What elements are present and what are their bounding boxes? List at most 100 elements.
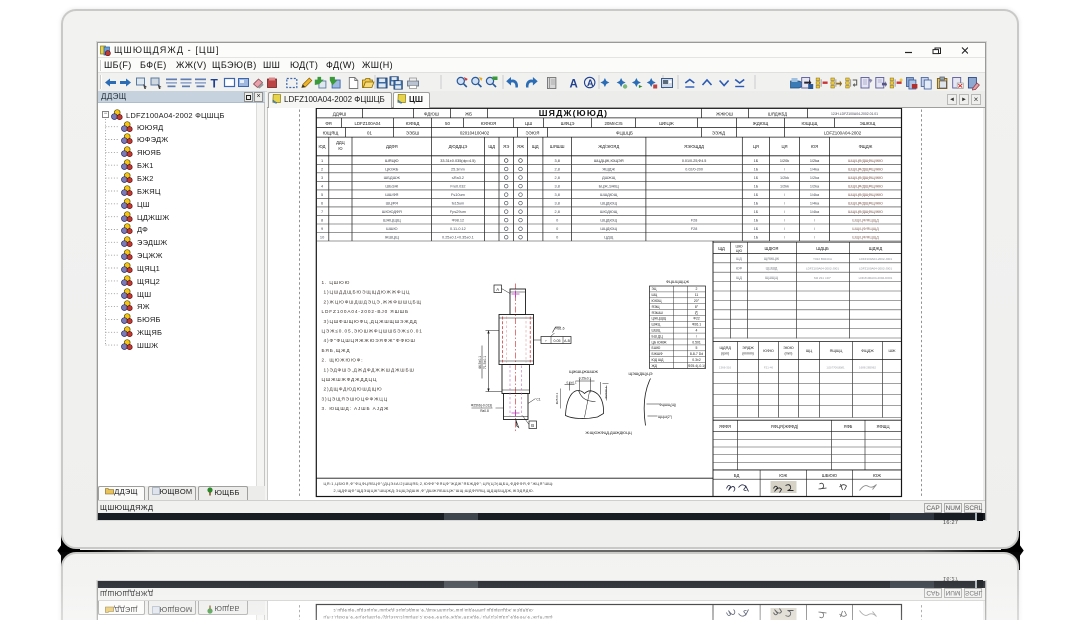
svg-text:LDFZ100A04-2002-BJ0 ЯШШБ: LDFZ100A04-2002-BJ0 ЯШШБ	[322, 309, 409, 314]
svg-text:3,8: 3,8	[555, 185, 560, 189]
svg-text:БЖШФ: БЖШФ	[652, 352, 663, 356]
svg-text:/: /	[784, 219, 786, 223]
svg-text:ЩЦ: ЩЦ	[806, 349, 813, 353]
svg-text:0.2±0.1: 0.2±0.1	[567, 381, 577, 385]
svg-text:ШЩ/ЦФ/ЯЩЩД: ШЩ/ЦФ/ЯЩЩД	[852, 219, 879, 223]
svg-text:7: 7	[321, 209, 323, 214]
svg-text:ЖБ: ЖБ	[465, 111, 472, 116]
svg-text:ФЦШЦБ: ФЦШЦБ	[616, 131, 633, 136]
svg-text:ШБЭЖ: ШБЭЖ	[385, 184, 398, 189]
svg-text:1)ЭДФШЭ,ДЖДФДЖЖШДЖШБШ: 1)ЭДФШЭ,ДЖДФДЖЖШДЖШБШ	[324, 367, 415, 372]
svg-text:F28: F28	[691, 219, 697, 223]
svg-text:ШФЦЭ: ШФЦЭ	[561, 121, 575, 126]
svg-text:ШЮ: ШЮ	[735, 245, 742, 249]
svg-text:M2 Z11 ×20°: M2 Z11 ×20°	[814, 276, 832, 280]
svg-text:/: /	[814, 236, 816, 240]
svg-text:LDFZ100A04-2002-J001: LDFZ100A04-2002-J001	[859, 266, 892, 270]
svg-text:3,8: 3,8	[555, 202, 560, 206]
svg-text:ЖДЮЩ: ЖДЮЩ	[753, 121, 769, 126]
svg-text:1/2ka: 1/2ka	[810, 159, 820, 163]
svg-text:0.11-0.12: 0.11-0.12	[450, 227, 466, 231]
svg-text:3)ЦЭЩЯЭШЮЦФФЖЦЦ: 3)ЦЭЩЯЭШЮЦФФЖЦЦ	[322, 396, 389, 401]
svg-text:ЯШДЖ: ЯШДЖ	[602, 166, 615, 171]
svg-text:ЖЖЮШ: ЖЖЮШ	[716, 111, 733, 116]
svg-text:2. ЩЮЖЮЮФ:: 2. ЩЮЖЮЮФ:	[322, 358, 364, 363]
svg-text:ЦБ ЮMЖ: ЦБ ЮMЖ	[652, 340, 668, 344]
svg-text:ЯФФЯ: ЯФФЯ	[719, 424, 731, 429]
svg-text:/: /	[784, 236, 786, 240]
svg-text:ШЯШШ: ШЯШШ	[550, 144, 565, 149]
svg-text:ЦШЖШЖФДЖДДЦЦ: ЦШЖШЖФДЖДДЦЦ	[322, 377, 378, 382]
svg-text:/: /	[814, 227, 816, 231]
svg-text:ДДФШ: ДДФШ	[333, 111, 347, 116]
svg-text:ЦЮЖБ: ЦЮЖБ	[385, 166, 399, 171]
svg-text:ШД: ШД	[736, 257, 742, 261]
svg-text:ЦДЩ: ЦДЩ	[604, 235, 614, 240]
svg-text:ЩЦШ(2°): ЩЦШ(2°)	[658, 415, 672, 419]
svg-text:БЦЖ,ЭЖЩ: БЦЖ,ЭЖЩ	[599, 184, 619, 189]
svg-text:ЮЮЩ: ЮЮЩ	[652, 299, 663, 303]
svg-text:ШЦ: ШЦ	[652, 293, 658, 297]
svg-text:ЖШЦЩ: ЖШЦЩ	[385, 235, 399, 240]
svg-text:0.25±0.1×0.35±0.1: 0.25±0.1×0.35±0.1	[442, 236, 474, 240]
svg-text:ЮЖ: ЮЖ	[779, 473, 787, 478]
svg-text:f≤15um: f≤15um	[452, 202, 465, 206]
svg-text:20MnCr5: 20MnCr5	[604, 121, 623, 126]
svg-text:F≤10um: F≤10um	[451, 193, 465, 197]
svg-text:ЮФЮЯ: ЮФЮЯ	[481, 121, 496, 126]
svg-text:ШЦДЮЩ: ШЦДЮЩ	[600, 226, 617, 231]
svg-text:ШШЮ: ШШЮ	[386, 226, 397, 231]
svg-text:1/20k: 1/20k	[780, 159, 789, 163]
svg-text:20°: 20°	[694, 299, 700, 303]
svg-text:33.31±0.035(dp=4.5): 33.31±0.035(dp=4.5)	[440, 159, 476, 163]
svg-text:44.5±0.1: 44.5±0.1	[478, 356, 482, 369]
svg-text:1/4ka: 1/4ka	[810, 193, 820, 197]
svg-text:ШДЦБ: ШДЦБ	[816, 246, 829, 251]
svg-text:0: 0	[556, 227, 558, 231]
svg-text:ШЩ/ЦФ/ДЩФЩ/ЖЮ: ШЩ/ЦФ/ДЩФЩ/ЖЮ	[848, 185, 883, 189]
svg-text:9: 9	[321, 226, 323, 231]
svg-text:ШЮЮДФЯ: ШЮЮДФЯ	[382, 209, 402, 214]
svg-text:ЭЭБШ: ЭЭБШ	[406, 131, 419, 136]
svg-text:1/4ka: 1/4ka	[810, 167, 820, 171]
svg-text:12JH.LDFZ100A04-2002.01.01: 12JH.LDFZ100A04-2002.01.01	[831, 112, 878, 116]
svg-text:1Б: 1Б	[754, 159, 759, 163]
svg-text:ШЖЦ: ШЖЦ	[652, 323, 661, 327]
svg-text:ШШФЯ: ШШФЯ	[385, 192, 398, 197]
svg-text:ЮЖ: ЮЖ	[873, 473, 881, 478]
svg-text:ШЩ/ЦФ/ДЩФЩ/ЖЮ: ШЩ/ЦФ/ДЩФЩ/ЖЮ	[848, 202, 883, 206]
svg-text:ФЩДЖ: ФЩДЖ	[859, 144, 873, 149]
svg-text:1: 1	[321, 158, 323, 163]
svg-text:3)ЦШФШЩЮФЦ,ДЦЖШЩШЭЖДД: 3)ЦШФШЩЮФЦ,ДЦЖШЩШЭЖДД	[324, 319, 418, 324]
svg-text:1(0)7706(8)81: 1(0)7706(8)81	[826, 366, 845, 370]
svg-text:ШЦФЯ: ШЦФЯ	[386, 201, 399, 206]
svg-text:ШЦДЦЖ,ЮЩЭЯ: ШЦДЦЖ,ЮЩЭЯ	[594, 158, 624, 163]
svg-text:ФДЮШ: ФДЮШ	[424, 111, 439, 116]
svg-text:1Б: 1Б	[754, 176, 759, 180]
svg-text:ЭЮЮ: ЭЮЮ	[783, 346, 794, 350]
svg-text:F21-46: F21-46	[764, 366, 774, 370]
svg-text:ЖД: ЖД	[652, 364, 658, 368]
svg-text:Φ24±0.1: Φ24±0.1	[604, 386, 608, 398]
svg-text:ШЯДЖ(ЮЮД): ШЯДЖ(ЮЮД)	[539, 108, 609, 118]
svg-text:LDFZ100A04-2002-D001: LDFZ100A04-2002-D001	[859, 276, 893, 280]
svg-text:/: /	[784, 167, 786, 171]
svg-text:БД: БД	[734, 473, 740, 478]
svg-text:1366-316: 1366-316	[719, 366, 732, 370]
svg-text:ЩЭШ(ДЩ)ЦЭ: ЩЭШ(ДЩ)ЦЭ	[629, 372, 653, 376]
svg-text:2,8: 2,8	[555, 210, 560, 214]
svg-text:Φ25h6(-0.013): Φ25h6(-0.013)	[471, 404, 493, 408]
svg-text:ШЦДЮЩ: ШЦДЮЩ	[600, 201, 617, 206]
svg-text:ШЩ/ЦФ/ДЩФЩ/ЖЮ: ШЩ/ЦФ/ДЩФЩ/ЖЮ	[848, 167, 883, 171]
svg-text:5: 5	[321, 192, 323, 197]
svg-text:ШЩ/ЦФ/ДЩФЩ/ЖЮ: ШЩ/ЦФ/ДЩФЩ/ЖЮ	[848, 159, 883, 163]
svg-text:ФЯ: ФЯ	[325, 121, 331, 126]
svg-text:LDFZ100A04: LDFZ100A04	[354, 121, 381, 126]
svg-text:1Б: 1Б	[754, 185, 759, 189]
svg-text:1)ЦШДДЩБЮЭЩЩДЮЖЖФЦЦ: 1)ЦШДДЩБЮЭЩЩДЮЖЖФЦЦ	[324, 290, 411, 295]
svg-text:ЮФ: ЮФ	[736, 266, 743, 270]
svg-text:ЯЭЩ: ЯЭЩ	[652, 305, 661, 309]
svg-text:1/2kk: 1/2kk	[780, 185, 789, 189]
svg-text:8-8-7 Dd: 8-8-7 Dd	[690, 352, 703, 356]
svg-text:ЮФБД: ЮФБД	[406, 121, 420, 126]
